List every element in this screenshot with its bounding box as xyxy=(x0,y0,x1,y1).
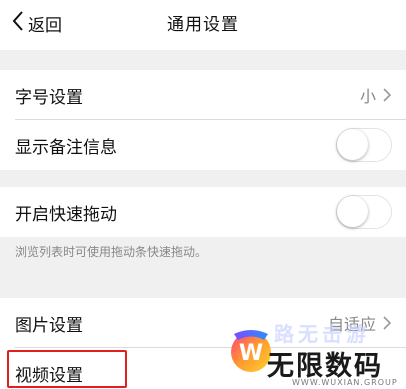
quick-drag-toggle[interactable] xyxy=(336,195,392,229)
font-size-value: 小 xyxy=(359,87,376,106)
settings-group-drag: 开启快速拖动 xyxy=(0,187,406,237)
watermark-url: WWW.WUXIAN.GROUP xyxy=(292,378,398,387)
chevron-right-icon xyxy=(382,87,392,103)
svg-text:W: W xyxy=(239,341,263,366)
toggle-knob xyxy=(337,196,368,227)
quick-drag-label: 开启快速拖动 xyxy=(15,204,117,225)
watermark-ghost-text: 路无击游 xyxy=(274,322,370,346)
quick-drag-row: 开启快速拖动 xyxy=(0,187,406,237)
toggle-knob xyxy=(337,129,368,160)
watermark: 路无击游 W 无限数码 WWW.WUXIAN.GROUP xyxy=(224,312,406,389)
show-remark-row: 显示备注信息 xyxy=(0,120,406,170)
page-title: 通用设置 xyxy=(167,15,239,35)
font-size-row[interactable]: 字号设置 小 xyxy=(0,70,406,120)
show-remark-toggle[interactable] xyxy=(336,128,392,162)
show-remark-label: 显示备注信息 xyxy=(15,137,117,158)
font-size-label: 字号设置 xyxy=(15,87,83,108)
settings-group-display: 字号设置 小 显示备注信息 xyxy=(0,70,406,170)
quick-drag-hint: 浏览列表时可使用拖动条快速拖动。 xyxy=(15,245,208,259)
nav-bar: 返回 通用设置 xyxy=(0,0,406,50)
video-settings-highlight-box xyxy=(7,350,127,388)
